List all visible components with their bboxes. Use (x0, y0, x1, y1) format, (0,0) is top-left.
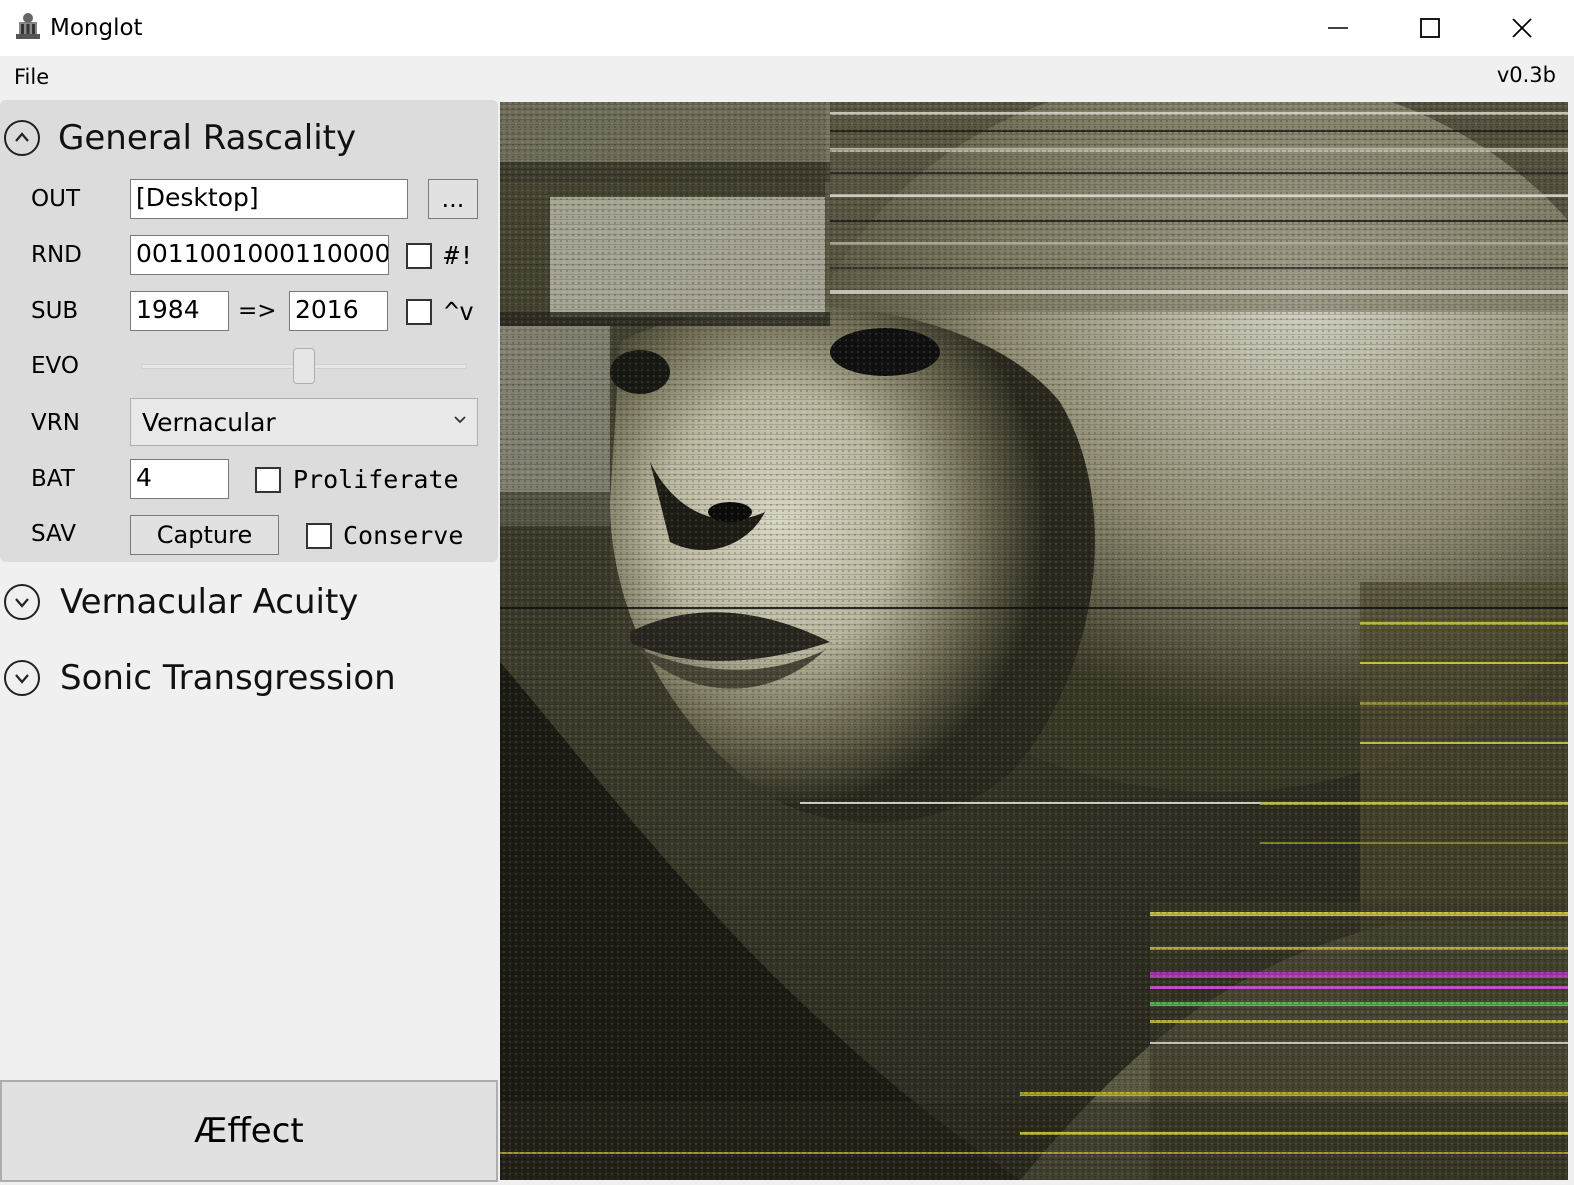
section-header-sonic[interactable]: Sonic Transgression (0, 654, 498, 714)
menu-file[interactable]: File (14, 62, 49, 92)
chevron-up-icon (4, 120, 40, 156)
maximize-button[interactable] (1384, 0, 1476, 56)
chevron-down-icon (454, 416, 466, 424)
hashbang-label: #! (444, 241, 475, 270)
affect-button[interactable]: Æffect (0, 1080, 498, 1182)
conserve-label: Conserve (343, 521, 464, 550)
proliferate-label: Proliferate (293, 465, 459, 494)
updown-label: ^v (444, 297, 475, 326)
vrn-label: VRN (31, 410, 80, 436)
monument-icon (16, 13, 40, 39)
version-label: v0.3b (1496, 63, 1556, 87)
out-label: OUT (31, 186, 80, 212)
capture-button[interactable]: Capture (130, 515, 279, 555)
output-path-field[interactable]: [Desktop] (130, 179, 408, 219)
conserve-checkbox[interactable] (306, 523, 332, 549)
vernacular-select[interactable]: Vernacular (130, 398, 478, 446)
section-title-sonic: Sonic Transgression (60, 658, 396, 698)
evo-label: EVO (31, 353, 79, 379)
section-general-rascality: General Rascality OUT [Desktop] ... RND … (0, 100, 498, 562)
sav-label: SAV (31, 521, 77, 547)
bat-label: BAT (31, 466, 75, 492)
image-preview (500, 102, 1568, 1180)
rnd-label: RND (31, 242, 82, 268)
section-header-general[interactable]: General Rascality (0, 108, 498, 168)
control-panel: General Rascality OUT [Desktop] ... RND … (0, 100, 500, 1185)
section-title-general: General Rascality (58, 118, 357, 158)
window-title: Monglot (50, 15, 143, 41)
close-button[interactable] (1476, 0, 1568, 56)
sub-from-field[interactable]: 1984 (130, 291, 229, 331)
sub-arrow-label: => (238, 298, 277, 324)
close-icon (1512, 18, 1532, 38)
section-title-vernacular: Vernacular Acuity (60, 582, 359, 622)
title-bar: Monglot (0, 0, 1574, 56)
hashbang-checkbox[interactable] (406, 243, 432, 269)
updown-checkbox[interactable] (406, 299, 432, 325)
minimize-button[interactable] (1292, 0, 1384, 56)
minimize-icon (1328, 27, 1348, 29)
batch-field[interactable]: 4 (130, 459, 229, 499)
menu-bar: File v0.3b (0, 56, 1574, 100)
proliferate-checkbox[interactable] (255, 467, 281, 493)
section-header-vernacular[interactable]: Vernacular Acuity (0, 578, 498, 638)
maximize-icon (1420, 18, 1440, 38)
glitch-portrait-image (500, 102, 1568, 1180)
chevron-down-icon (4, 584, 40, 620)
sub-to-field[interactable]: 2016 (289, 291, 388, 331)
vernacular-select-value: Vernacular (142, 408, 276, 437)
sub-label: SUB (31, 298, 79, 324)
browse-button[interactable]: ... (428, 179, 478, 219)
chevron-down-icon (4, 660, 40, 696)
seed-field[interactable]: 0011001000110000011 (130, 235, 389, 275)
evo-slider-thumb[interactable] (293, 348, 315, 384)
